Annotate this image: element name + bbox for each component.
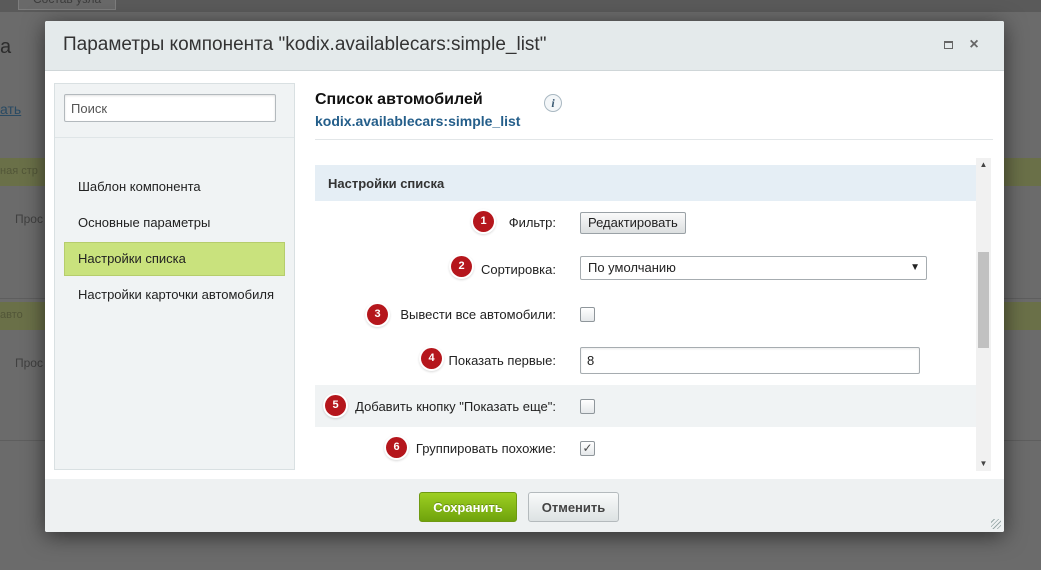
step-badge: 4 <box>421 348 442 369</box>
edit-filter-button[interactable]: Редактировать <box>580 212 686 234</box>
setting-label: Группировать похожие: <box>415 441 556 456</box>
setting-row-sorting: 2 Сортировка: По умолчанию ▼ <box>315 246 976 288</box>
check-icon: ✓ <box>582 441 593 455</box>
step-badge: 1 <box>473 211 494 232</box>
content-scrollbar[interactable]: ▲ ▼ <box>976 158 991 471</box>
background-tab: Состав узла <box>18 0 117 10</box>
scrollbar-thumb[interactable] <box>978 252 989 348</box>
show-more-checkbox[interactable] <box>580 399 595 414</box>
close-icon[interactable]: × <box>966 37 982 53</box>
background-link: ать <box>0 101 22 117</box>
step-badge: 5 <box>325 395 346 416</box>
section-title: Настройки списка <box>328 176 445 191</box>
background-heading: а <box>0 36 12 58</box>
scroll-up-icon[interactable]: ▲ <box>976 158 991 172</box>
background-band-text: авто <box>0 309 23 321</box>
setting-label: Вывести все автомобили: <box>400 307 556 322</box>
info-icon[interactable]: i <box>544 94 562 112</box>
setting-row-show-all: 3 Вывести все автомобили: <box>315 293 976 335</box>
resize-handle-icon[interactable] <box>991 519 1001 529</box>
component-code: kodix.availablecars:simple_list <box>315 113 521 129</box>
dialog-footer: Сохранить Отменить <box>45 479 1004 532</box>
show-all-checkbox[interactable] <box>580 307 595 322</box>
component-settings-dialog: Параметры компонента "kodix.availablecar… <box>45 21 1004 532</box>
group-similar-checkbox[interactable]: ✓ <box>580 441 595 456</box>
setting-label: Сортировка: <box>481 262 556 277</box>
scroll-down-icon[interactable]: ▼ <box>976 457 991 471</box>
sorting-select[interactable]: По умолчанию ▼ <box>580 256 927 280</box>
sidebar-item-list-settings[interactable]: Настройки списка <box>64 242 285 276</box>
chevron-down-icon: ▼ <box>910 262 920 273</box>
setting-label: Добавить кнопку "Показать еще": <box>355 399 556 414</box>
step-badge: 2 <box>451 256 472 277</box>
setting-row-filter: 1 Фильтр: Редактировать <box>315 201 976 243</box>
setting-label: Показать первые: <box>448 353 556 368</box>
content-divider <box>315 139 993 140</box>
component-title: Список автомобилей <box>315 91 483 108</box>
setting-row-show-more: 5 Добавить кнопку "Показать еще": <box>315 385 976 427</box>
setting-label: Фильтр: <box>508 215 556 230</box>
sidebar-item-template[interactable]: Шаблон компонента <box>64 170 285 204</box>
settings-sidebar: Шаблон компонента Основные параметры Нас… <box>54 83 295 470</box>
sorting-select-value: По умолчанию <box>588 260 676 275</box>
sidebar-item-card-settings[interactable]: Настройки карточки автомобиля <box>64 278 285 312</box>
setting-row-show-first: 4 Показать первые: <box>315 338 976 380</box>
sidebar-item-main-params[interactable]: Основные параметры <box>64 206 285 240</box>
step-badge: 6 <box>386 437 407 458</box>
section-header: Настройки списка <box>315 165 976 201</box>
background-text: Прос <box>15 356 43 370</box>
cancel-button[interactable]: Отменить <box>528 492 619 522</box>
show-first-input[interactable] <box>580 347 920 374</box>
step-badge: 3 <box>367 304 388 325</box>
save-button[interactable]: Сохранить <box>419 492 517 522</box>
background-band-text: ная стр <box>0 165 38 177</box>
dialog-header: Параметры компонента "kodix.availablecar… <box>45 21 1004 71</box>
maximize-icon[interactable] <box>940 37 956 53</box>
dialog-body: Шаблон компонента Основные параметры Нас… <box>45 71 1004 479</box>
setting-row-group-similar: 6 Группировать похожие: ✓ <box>315 427 976 469</box>
sidebar-divider <box>55 137 294 138</box>
dialog-title: Параметры компонента "kodix.availablecar… <box>63 34 547 55</box>
search-input[interactable] <box>64 94 276 122</box>
background-text: Прос <box>15 212 43 226</box>
background-tabbar: Состав узла <box>0 0 1041 12</box>
